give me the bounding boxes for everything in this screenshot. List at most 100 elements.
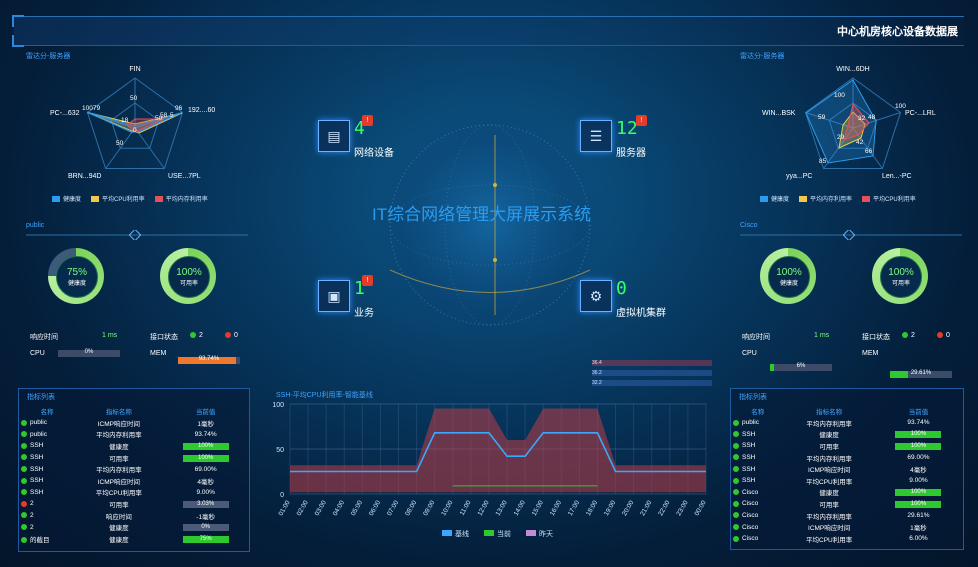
row-value-cell: -1毫秒 bbox=[162, 510, 249, 522]
resp-time-value: 1 ms bbox=[102, 332, 118, 339]
row-value-cell: 9.00% bbox=[874, 475, 963, 487]
mem-bar: 29.61% bbox=[890, 370, 952, 378]
radar-value-label: 59 bbox=[818, 114, 826, 121]
col-header: 指标名称 bbox=[105, 409, 132, 416]
device-vm-cluster[interactable]: ⚙ 0 虚拟机集群 bbox=[580, 278, 666, 319]
row-name-cell: public bbox=[19, 417, 75, 429]
row-name-cell: public bbox=[731, 417, 784, 429]
status-up-icon bbox=[902, 332, 908, 339]
row-metric-cell: 可用率 bbox=[109, 455, 129, 463]
x-tick-label: 17:00 bbox=[567, 499, 581, 517]
row-name-cell: 2 bbox=[19, 510, 75, 522]
legend-item[interactable]: 平均CPU利用率 bbox=[862, 194, 916, 203]
availability-label: 可用率 bbox=[891, 281, 910, 287]
device-business[interactable]: ▣ 1 ! 业务 bbox=[318, 275, 374, 319]
row-name-cell: public bbox=[19, 429, 75, 441]
table-row[interactable]: public ICMP响应时间 1毫秒 bbox=[19, 417, 249, 429]
row-value-cell: 93.74% bbox=[162, 429, 249, 441]
table-row[interactable]: 2 响应时间 -1毫秒 bbox=[19, 510, 249, 522]
row-value-cell: 93.74% bbox=[874, 417, 963, 429]
table-row[interactable]: SSH 平均CPU利用率 9.00% bbox=[19, 487, 249, 499]
table-row[interactable]: 2 健康度 0% bbox=[19, 521, 249, 533]
row-name-cell: 2 bbox=[19, 498, 75, 510]
row-value-cell: 0% bbox=[162, 521, 249, 533]
status-down-icon bbox=[937, 332, 943, 339]
mini-bar: 36.2 bbox=[592, 370, 712, 376]
y-tick-label: 0 bbox=[280, 492, 284, 499]
row-value-cell: 3.03% bbox=[162, 498, 249, 510]
x-tick-label: 18:00 bbox=[585, 499, 599, 517]
table-row[interactable]: Cisco ICMP响应时间 1毫秒 bbox=[731, 521, 963, 533]
legend-item[interactable]: 平均内存利用率 bbox=[154, 194, 208, 203]
table-row[interactable]: SSH 健康度 100% bbox=[19, 440, 249, 452]
value-bar: 100% bbox=[895, 500, 942, 508]
status-dot-icon bbox=[21, 442, 27, 449]
availability-value: 100% bbox=[888, 267, 914, 278]
row-value-cell: 75% bbox=[162, 533, 249, 545]
col-header: 名称 bbox=[751, 409, 765, 416]
legend-item[interactable]: 健康度 bbox=[52, 194, 81, 203]
legend-item[interactable]: 健康度 bbox=[760, 194, 789, 203]
value-text: 69.00% bbox=[907, 454, 930, 462]
cpu-bar: 0% bbox=[58, 349, 120, 357]
status-down-icon bbox=[225, 332, 231, 339]
table-row[interactable]: public 平均内存利用率 93.74% bbox=[19, 429, 249, 441]
page-title: 中心机房核心设备数据展 bbox=[837, 26, 958, 38]
legend-item[interactable]: 平均CPU利用率 bbox=[91, 194, 145, 203]
status-dot-icon bbox=[21, 431, 27, 438]
legend-item[interactable]: 平均内存利用率 bbox=[799, 194, 852, 203]
row-name-cell: SSH bbox=[19, 487, 75, 499]
x-tick-label: 05:00 bbox=[350, 499, 364, 517]
table-row[interactable]: SSH ICMP响应时间 4毫秒 bbox=[19, 475, 249, 487]
right-metric-panel: 指标列表 名称 指标名称 当前值 public 平均内存利用率 93.74% SSH 健… bbox=[730, 388, 964, 550]
row-metric-cell: 健康度 bbox=[819, 432, 839, 440]
device-count: 12 bbox=[616, 118, 638, 139]
row-value-cell: 100% bbox=[874, 498, 963, 510]
device-server[interactable]: ☰ 12 ! 服务器 bbox=[580, 115, 647, 159]
mini-bar: 36.4 bbox=[592, 360, 712, 366]
table-row[interactable]: SSH 健康度 100% bbox=[731, 429, 963, 441]
value-text: 69.00% bbox=[194, 465, 217, 473]
table-row[interactable]: 2 可用率 3.03% bbox=[19, 498, 249, 510]
row-value-cell: 4毫秒 bbox=[874, 463, 963, 475]
radar-axis-label: PC-...LRL bbox=[905, 110, 936, 117]
table-row[interactable]: SSH 可用率 100% bbox=[731, 440, 963, 452]
table-row[interactable]: SSH ICMP响应时间 4毫秒 bbox=[731, 463, 963, 475]
row-name-cell: SSH bbox=[731, 463, 784, 475]
row-name-cell: Cisco bbox=[731, 498, 784, 510]
table-row[interactable]: SSH 平均CPU利用率 9.00% bbox=[731, 475, 963, 487]
table-row[interactable]: SSH 可用率 100% bbox=[19, 452, 249, 464]
row-name-cell: SSH bbox=[731, 429, 784, 441]
table-row[interactable]: Cisco 平均CPU利用率 6.00% bbox=[731, 533, 963, 545]
business-icon: ▣ bbox=[318, 280, 350, 312]
legend-label: 昨天 bbox=[539, 529, 553, 538]
value-bar: 0% bbox=[182, 524, 229, 532]
radar-axis-label: FIN bbox=[129, 66, 140, 73]
status-dot-icon bbox=[733, 535, 739, 542]
table-row[interactable]: public 平均内存利用率 93.74% bbox=[731, 417, 963, 429]
row-name-cell: 的截目 bbox=[19, 533, 75, 545]
table-row[interactable]: SSH 平均内存利用率 69.00% bbox=[731, 452, 963, 464]
port-down: 0 bbox=[225, 332, 238, 339]
left-metric-panel: 指标列表 名称 指标名称 当前值 public ICMP响应时间 1毫秒 public… bbox=[18, 388, 250, 552]
y-tick-label: 50 bbox=[276, 447, 284, 454]
cpu-label: CPU bbox=[30, 350, 45, 357]
y-tick-label: 100 bbox=[272, 402, 284, 409]
device-name: 服务器 bbox=[616, 148, 646, 159]
radar-left-legend: 健康度 平均CPU利用率 平均内存利用率 bbox=[52, 194, 208, 203]
row-value-cell: 100% bbox=[874, 429, 963, 441]
health-value: 100% bbox=[776, 267, 802, 278]
device-network[interactable]: ▤ 4 ! 网络设备 bbox=[318, 115, 394, 159]
table-row[interactable]: SSH 平均内存利用率 69.00% bbox=[19, 463, 249, 475]
left-status-title: public bbox=[26, 222, 45, 229]
col-header: 当前值 bbox=[195, 409, 216, 416]
radar-value-label: 50 bbox=[130, 95, 138, 102]
table-row[interactable]: Cisco 可用率 100% bbox=[731, 498, 963, 510]
value-text: -1毫秒 bbox=[196, 513, 216, 521]
status-dot-icon bbox=[21, 465, 27, 472]
table-row[interactable]: Cisco 健康度 100% bbox=[731, 487, 963, 499]
status-dot-icon bbox=[21, 489, 27, 496]
table-row[interactable]: Cisco 平均内存利用率 29.61% bbox=[731, 510, 963, 522]
radar-axis-label: WIN...6DH bbox=[836, 66, 869, 73]
table-row[interactable]: 的截目 健康度 75% bbox=[19, 533, 249, 545]
